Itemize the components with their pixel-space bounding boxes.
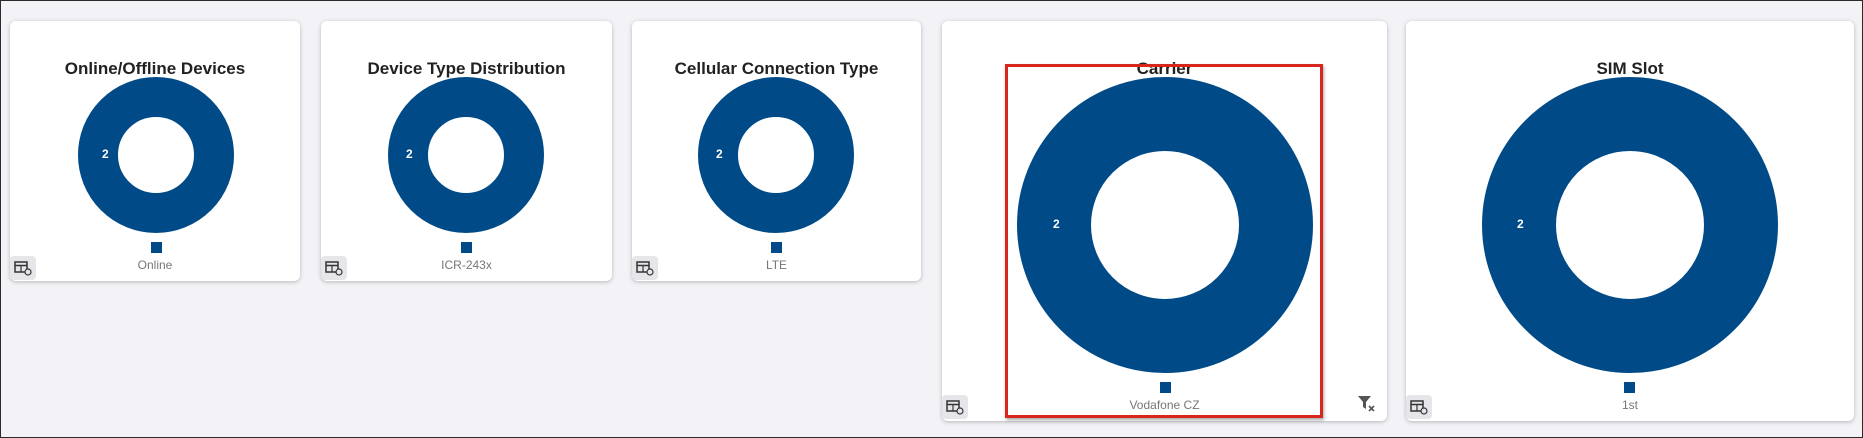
donut-chart[interactable]: 2	[698, 77, 854, 233]
donut-value-label: 2	[102, 147, 109, 161]
donut-value-label: 2	[1517, 217, 1524, 231]
legend-swatch[interactable]	[771, 242, 782, 253]
legend-label[interactable]: LTE	[632, 258, 921, 272]
widget-title: SIM Slot	[1596, 59, 1664, 78]
table-view-button[interactable]	[632, 256, 658, 280]
table-view-button[interactable]	[942, 395, 968, 419]
table-view-button[interactable]	[1406, 395, 1432, 419]
donut-value-label: 2	[716, 147, 723, 161]
table-view-button[interactable]	[10, 256, 36, 280]
legend-label[interactable]: ICR-243x	[321, 258, 612, 272]
legend-swatch[interactable]	[461, 242, 472, 253]
table-refresh-icon	[946, 400, 964, 415]
legend-label[interactable]: Online	[10, 258, 300, 272]
donut-value-label: 2	[406, 147, 413, 161]
widget-online-offline-devices: Online/Offline Devices 2 Online	[10, 21, 300, 281]
filter-clear-icon	[1358, 396, 1375, 412]
highlight-box	[1005, 64, 1323, 418]
legend-swatch[interactable]	[1624, 382, 1635, 393]
widget-cellular-connection-type: Cellular Connection Type 2 LTE	[632, 21, 921, 281]
widget-sim-slot: SIM Slot 2 1st	[1406, 21, 1854, 421]
table-view-button[interactable]	[321, 256, 347, 280]
table-refresh-icon	[1410, 400, 1428, 415]
table-refresh-icon	[325, 261, 343, 276]
widget-device-type-distribution: Device Type Distribution 2 ICR-243x	[321, 21, 612, 281]
widget-title: Device Type Distribution	[367, 59, 566, 78]
donut-chart[interactable]: 2	[1482, 77, 1778, 373]
donut-chart[interactable]: 2	[78, 77, 234, 233]
clear-filter-button[interactable]	[1356, 393, 1376, 413]
donut-chart[interactable]: 2	[388, 77, 544, 233]
table-refresh-icon	[14, 261, 32, 276]
donut-ring[interactable]	[1482, 77, 1778, 373]
table-refresh-icon	[636, 261, 654, 276]
legend-label[interactable]: 1st	[1406, 398, 1854, 412]
legend-swatch[interactable]	[151, 242, 162, 253]
widget-title: Online/Offline Devices	[64, 59, 246, 78]
widget-title: Cellular Connection Type	[674, 59, 879, 78]
